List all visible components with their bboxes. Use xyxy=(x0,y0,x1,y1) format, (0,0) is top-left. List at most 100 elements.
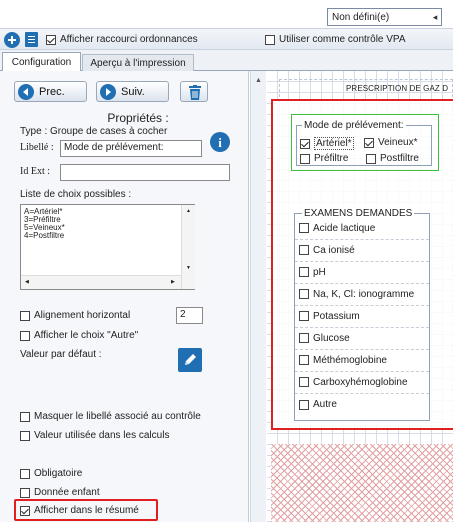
scroll-right-icon[interactable]: ▶ xyxy=(171,279,175,285)
default-value-caption: Valeur par défaut : xyxy=(20,349,102,360)
prev-button[interactable]: Prec. xyxy=(14,81,87,102)
form-title: PRESCRIPTION DE GAZ D xyxy=(346,84,449,93)
scroll-up-icon[interactable]: ▲ xyxy=(186,208,191,214)
label-field[interactable]: Mode de prélévement: xyxy=(60,140,202,157)
tab-configuration[interactable]: Configuration xyxy=(2,52,81,72)
exam-label: Acide lactique xyxy=(313,222,376,234)
align-horizontal-check-icon xyxy=(20,310,30,321)
exam-ionogramme[interactable]: Na, K, Cl: ionogramme xyxy=(295,284,429,306)
exam-acide-lactique[interactable]: Acide lactique xyxy=(295,218,429,240)
prefilter-check-icon xyxy=(300,153,310,164)
use-vpa-checkbox[interactable]: Utiliser comme contrôle VPA xyxy=(265,34,406,45)
exam-check-icon xyxy=(299,355,309,366)
choice-line-3: 4=Postfiltre xyxy=(24,231,65,240)
tab-print-preview[interactable]: Aperçu à l'impression xyxy=(82,54,194,71)
exam-potassium[interactable]: Potassium xyxy=(295,306,429,328)
pencil-icon xyxy=(182,352,198,371)
align-columns-field[interactable]: 2 xyxy=(176,307,203,324)
dropdown-arrow-icon: ◂ xyxy=(432,11,438,22)
arterial-label: Artériel* xyxy=(314,137,354,150)
show-shortcut-label: Afficher raccourci ordonnances xyxy=(60,34,198,45)
child-data-label: Donnée enfant xyxy=(34,487,100,498)
choices-textarea[interactable]: A=Artériel* 3=Préfiltre 5=Veineux* 4=Pos… xyxy=(20,204,195,290)
next-button[interactable]: Suiv. xyxy=(96,81,169,102)
exam-check-icon xyxy=(299,267,309,278)
exam-check-icon xyxy=(299,311,309,322)
properties-heading: Propriétés : xyxy=(107,111,169,125)
hide-label-checkbox[interactable]: Masquer le libellé associé au contrôle xyxy=(20,411,201,422)
exam-check-icon xyxy=(299,333,309,344)
properties-scrollbar[interactable]: ▲ xyxy=(250,71,266,522)
scroll-left-icon[interactable]: ◀ xyxy=(25,279,29,285)
show-in-summary-checkbox[interactable]: Afficher dans le résumé xyxy=(20,505,139,516)
delete-button[interactable] xyxy=(180,81,208,102)
used-in-calculations-checkbox[interactable]: Valeur utilisée dans les calculs xyxy=(20,430,169,441)
venous-label: Veineux* xyxy=(378,137,418,148)
trash-icon xyxy=(189,85,201,100)
dropdown-value: Non défini(e) xyxy=(332,11,390,23)
child-data-checkbox[interactable]: Donnée enfant xyxy=(20,487,100,498)
value-dropdown[interactable]: Non défini(e) ◂ xyxy=(327,8,442,26)
exam-carboxyhemoglobine[interactable]: Carboxyhémoglobine xyxy=(295,372,429,394)
exam-label: Na, K, Cl: ionogramme xyxy=(313,288,415,300)
prev-arrow-icon xyxy=(18,83,34,100)
show-shortcut-checkbox[interactable]: Afficher raccourci ordonnances xyxy=(46,34,198,45)
exam-ca-ionise[interactable]: Ca ionisé xyxy=(295,240,429,262)
exam-check-icon xyxy=(299,245,309,256)
exam-label: Carboxyhémoglobine xyxy=(313,376,408,388)
next-arrow-icon xyxy=(100,83,116,100)
info-icon[interactable]: i xyxy=(210,132,230,152)
exam-check-icon xyxy=(299,399,309,410)
venous-checkbox[interactable]: Veineux* xyxy=(364,137,417,148)
scroll-down-icon[interactable]: ▼ xyxy=(186,265,191,271)
type-text: Type : Groupe de cases à cocher xyxy=(20,126,168,137)
next-label: Suiv. xyxy=(121,85,145,98)
choices-caption: Liste de choix possibles : xyxy=(20,189,132,200)
postfilter-label: Postfiltre xyxy=(380,153,419,164)
label-field-value: Mode de prélévement: xyxy=(64,142,164,153)
show-other-checkbox[interactable]: Afficher le choix "Autre" xyxy=(20,330,138,341)
textarea-v-scrollbar[interactable]: ▲ ▼ xyxy=(181,205,195,289)
top-cut-text xyxy=(0,0,110,6)
label-caption: Libellé : xyxy=(20,142,54,153)
prefilter-checkbox[interactable]: Préfiltre xyxy=(300,153,348,164)
exam-label: Méthémoglobine xyxy=(313,354,387,366)
prev-label: Prec. xyxy=(39,85,65,98)
tab-print-preview-label: Aperçu à l'impression xyxy=(90,57,186,69)
exam-glucose[interactable]: Glucose xyxy=(295,328,429,350)
exams-list: Acide lactique Ca ionisé pH Na, K, Cl: i… xyxy=(295,218,429,418)
child-data-check-icon xyxy=(20,487,30,498)
show-in-summary-label: Afficher dans le résumé xyxy=(34,505,139,516)
required-label: Obligatoire xyxy=(34,468,83,479)
exam-check-icon xyxy=(299,377,309,388)
exam-methemoglobine[interactable]: Méthémoglobine xyxy=(295,350,429,372)
exam-label: Ca ionisé xyxy=(313,244,355,256)
align-horizontal-checkbox[interactable]: Alignement horizontal xyxy=(20,310,130,321)
exam-ph[interactable]: pH xyxy=(295,262,429,284)
required-checkbox[interactable]: Obligatoire xyxy=(20,468,82,479)
exam-check-icon xyxy=(299,223,309,234)
exam-label: pH xyxy=(313,266,326,278)
arterial-check-icon xyxy=(300,138,310,149)
default-value-button[interactable] xyxy=(178,348,202,372)
textarea-h-scrollbar[interactable]: ◀ ▶ xyxy=(21,275,181,289)
exam-label: Autre xyxy=(313,399,337,411)
exam-label: Potassium xyxy=(313,310,360,322)
exam-check-icon xyxy=(299,289,309,300)
use-vpa-label: Utiliser comme contrôle VPA xyxy=(279,34,406,45)
hide-label-label: Masquer le libellé associé au contrôle xyxy=(34,411,201,422)
align-columns-value: 2 xyxy=(180,309,186,320)
required-check-icon xyxy=(20,468,30,479)
scroll-up-arrow-icon[interactable]: ▲ xyxy=(255,77,262,84)
show-other-check-icon xyxy=(20,330,30,341)
align-horizontal-label: Alignement horizontal xyxy=(34,310,131,321)
add-circle-icon[interactable] xyxy=(4,32,20,48)
exam-label: Glucose xyxy=(313,332,350,344)
document-icon[interactable] xyxy=(25,32,38,47)
arterial-checkbox[interactable]: Artériel* xyxy=(300,137,354,150)
id-ext-field[interactable] xyxy=(60,164,230,181)
postfilter-checkbox[interactable]: Postfiltre xyxy=(366,153,419,164)
tab-configuration-label: Configuration xyxy=(11,57,72,68)
exam-autre[interactable]: Autre xyxy=(295,394,429,416)
use-vpa-check-icon xyxy=(265,34,275,45)
